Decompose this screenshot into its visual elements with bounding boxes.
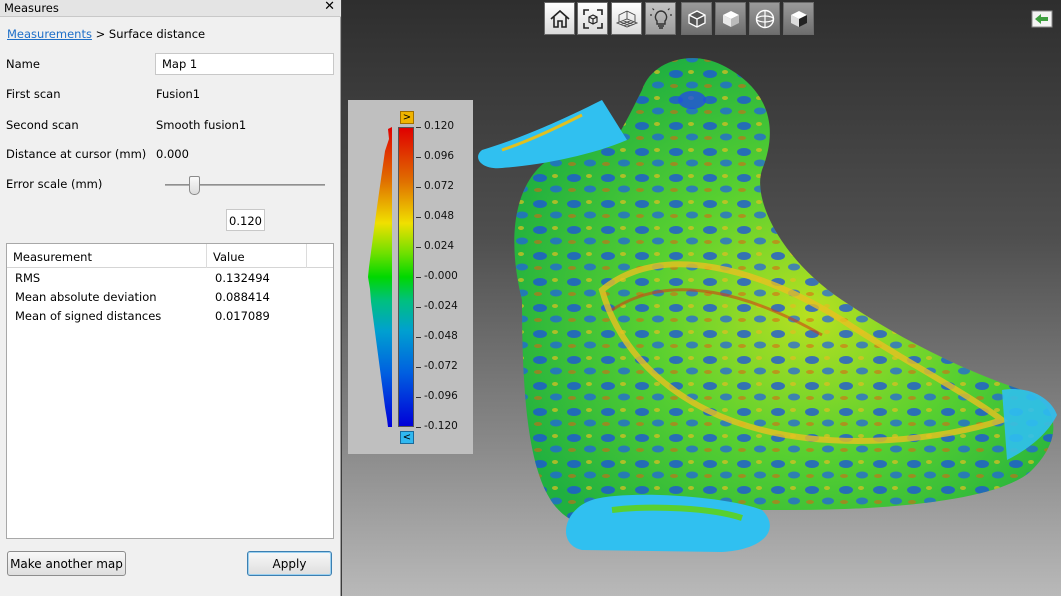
color-scale-panel: > < 0.120 0.096 0.072 0.048 0.024 -0.000 -0.02… [348, 100, 473, 454]
grid-icon [615, 10, 638, 27]
scale-min-arrow-button[interactable]: < [400, 431, 414, 444]
column-header-value[interactable]: Value [207, 244, 307, 268]
results-table: Measurement Value RMS 0.132494 Mean abso… [6, 243, 334, 539]
close-icon[interactable]: ✕ [324, 0, 335, 14]
sphere-icon [755, 9, 774, 28]
breadcrumb-measurements-link[interactable]: Measurements [7, 27, 92, 41]
error-scale-slider-thumb[interactable] [189, 176, 201, 195]
scale-tick-mark [416, 187, 421, 188]
measurement-name: Mean absolute deviation [15, 290, 157, 304]
measurement-value: 0.017089 [215, 309, 270, 323]
column-header-measurement[interactable]: Measurement [7, 244, 207, 268]
color-scale-bar [398, 127, 414, 427]
scale-tick-label: 0.048 [424, 210, 455, 222]
second-scan-value: Smooth fusion1 [156, 118, 247, 132]
duck-3d-model[interactable] [462, 40, 1061, 596]
sphere-render-button[interactable] [749, 2, 780, 35]
scale-tick-label: 0.096 [424, 150, 455, 162]
measurement-name: RMS [15, 271, 41, 285]
fit-view-icon [582, 8, 603, 29]
scale-tick-label: -0.048 [424, 330, 458, 342]
distance-at-cursor-label: Distance at cursor (mm) [6, 147, 147, 161]
scale-tick-mark [416, 307, 421, 308]
scale-tick-mark [416, 427, 421, 428]
table-row[interactable]: Mean absolute deviation 0.088414 [7, 288, 333, 307]
restore-panel-icon[interactable] [1031, 10, 1053, 28]
apply-button[interactable]: Apply [247, 551, 332, 576]
table-row[interactable]: Mean of signed distances 0.017089 [7, 307, 333, 326]
measures-panel: Measures ✕ Measurements > Surface distan… [0, 0, 341, 596]
scale-tick-label: 0.120 [424, 120, 455, 132]
light-render-button[interactable] [715, 2, 746, 35]
fit-view-button[interactable] [577, 2, 608, 35]
solid-render-button[interactable] [681, 2, 712, 35]
scale-tick-mark [416, 277, 421, 278]
table-row[interactable]: RMS 0.132494 [7, 269, 333, 288]
cube-solid-icon [687, 9, 706, 28]
lighting-button[interactable] [645, 2, 676, 35]
name-label: Name [6, 57, 40, 71]
results-table-header: Measurement Value [7, 244, 333, 268]
scale-tick-label: -0.072 [424, 360, 458, 372]
cube-light-icon [722, 10, 739, 27]
make-another-map-button[interactable]: Make another map [7, 551, 126, 576]
scale-tick-mark [416, 397, 421, 398]
breadcrumb-current: > Surface distance [91, 27, 206, 41]
scale-tick-label: -0.000 [424, 270, 458, 282]
shaded-render-button[interactable] [783, 2, 814, 35]
panel-title: Measures [4, 1, 59, 15]
panel-header: Measures ✕ [0, 0, 341, 17]
scale-tick-mark [416, 337, 421, 338]
breadcrumb: Measurements > Surface distance [7, 27, 205, 41]
lightbulb-icon [649, 7, 672, 29]
scale-tick-mark [416, 217, 421, 218]
measurement-value: 0.132494 [215, 271, 270, 285]
error-histogram [368, 127, 392, 427]
error-scale-label: Error scale (mm) [6, 177, 103, 191]
scale-tick-mark [416, 127, 421, 128]
3d-viewport[interactable]: > < 0.120 0.096 0.072 0.048 0.024 -0.000 -0.02… [342, 0, 1061, 596]
scale-tick-label: 0.024 [424, 240, 455, 252]
home-view-button[interactable] [544, 2, 575, 35]
distance-at-cursor-value: 0.000 [156, 147, 189, 161]
measurement-value: 0.088414 [215, 290, 270, 304]
scale-tick-label: -0.120 [424, 420, 458, 432]
cube-shaded-icon [790, 10, 807, 27]
grid-toggle-button[interactable] [611, 2, 642, 35]
first-scan-label: First scan [6, 87, 61, 101]
scale-tick-mark [416, 247, 421, 248]
scale-tick-mark [416, 157, 421, 158]
scale-tick-label: 0.072 [424, 180, 455, 192]
scale-tick-mark [416, 367, 421, 368]
scale-max-arrow-button[interactable]: > [400, 111, 414, 124]
second-scan-label: Second scan [6, 118, 79, 132]
scale-tick-label: -0.024 [424, 300, 458, 312]
home-icon [549, 9, 570, 28]
scale-tick-label: -0.096 [424, 390, 458, 402]
measurement-name: Mean of signed distances [15, 309, 162, 323]
error-scale-input[interactable] [226, 209, 265, 231]
first-scan-value: Fusion1 [156, 87, 201, 101]
name-input[interactable] [155, 53, 334, 75]
